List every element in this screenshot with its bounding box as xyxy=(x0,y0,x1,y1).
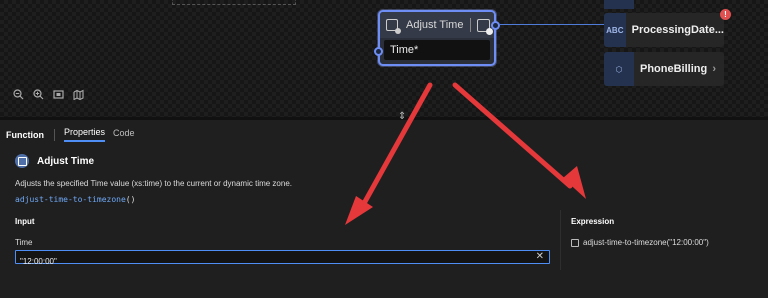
function-title: Adjust Time xyxy=(15,154,94,168)
function-signature: adjust-time-to-timezone() xyxy=(15,195,135,204)
function-signature-name: adjust-time-to-timezone xyxy=(15,195,126,204)
entity-top-fragment xyxy=(604,0,634,9)
chevron-right-icon[interactable]: › xyxy=(712,63,716,75)
object-type-icon: ⬡ xyxy=(604,52,634,86)
entity-phone-billing[interactable]: ⬡ PhoneBilling › xyxy=(604,52,724,86)
section-divider xyxy=(560,210,561,270)
function-description: Adjusts the specified Time value (xs:tim… xyxy=(15,179,293,188)
panel-tabs: Function Properties Code xyxy=(6,127,143,142)
time-field-label: Time xyxy=(15,238,33,247)
output-port[interactable] xyxy=(491,21,500,30)
fit-view-icon[interactable] xyxy=(52,88,64,100)
adjust-time-node[interactable]: Adjust Time Time* xyxy=(374,10,500,66)
node-header[interactable]: Adjust Time xyxy=(380,12,494,38)
expression-icon xyxy=(571,238,579,247)
function-signature-parens: () xyxy=(125,195,136,204)
node-input-time[interactable]: Time* xyxy=(384,40,490,60)
node-input-label: Time* xyxy=(390,44,419,56)
adjust-time-icon xyxy=(15,154,29,168)
entity-label: PhoneBilling xyxy=(640,63,708,75)
expression-heading: Expression xyxy=(571,217,615,226)
tab-properties[interactable]: Properties xyxy=(64,127,106,142)
input-heading: Input xyxy=(15,217,35,226)
zoom-out-icon[interactable] xyxy=(12,88,24,100)
clear-icon[interactable]: ✕ xyxy=(536,251,544,263)
expression-value: adjust-time-to-timezone("12:00:00") xyxy=(571,238,709,247)
entity-processing-date[interactable]: ABC ProcessingDate... xyxy=(604,13,724,47)
zoom-toolbar xyxy=(12,88,84,100)
error-badge-icon[interactable]: ! xyxy=(720,9,731,20)
entity-label: ProcessingDate... xyxy=(631,24,724,36)
function-icon xyxy=(386,19,401,34)
tab-divider xyxy=(54,128,55,141)
node-title: Adjust Time xyxy=(406,19,464,31)
connection-wire[interactable] xyxy=(500,24,604,25)
tab-function[interactable]: Function xyxy=(6,130,44,140)
time-input-wrapper: ✕ xyxy=(15,250,550,268)
mapping-canvas[interactable]: Adjust Time Time* ABC ProcessingDate... … xyxy=(0,0,768,117)
string-type-icon: ABC xyxy=(604,13,626,47)
app-root: Adjust Time Time* ABC ProcessingDate... … xyxy=(0,0,768,298)
selection-frame xyxy=(172,0,296,5)
tab-code[interactable]: Code xyxy=(113,128,135,141)
function-title-text: Adjust Time xyxy=(37,155,95,167)
node-header-divider xyxy=(470,18,472,32)
map-icon[interactable] xyxy=(72,88,84,100)
time-input[interactable] xyxy=(16,255,526,268)
input-port[interactable] xyxy=(374,47,383,56)
time-function-icon[interactable] xyxy=(477,18,494,35)
expression-text: adjust-time-to-timezone("12:00:00") xyxy=(583,238,709,247)
properties-panel: Function Properties Code Adjust Time Adj… xyxy=(0,120,768,298)
zoom-in-icon[interactable] xyxy=(32,88,44,100)
